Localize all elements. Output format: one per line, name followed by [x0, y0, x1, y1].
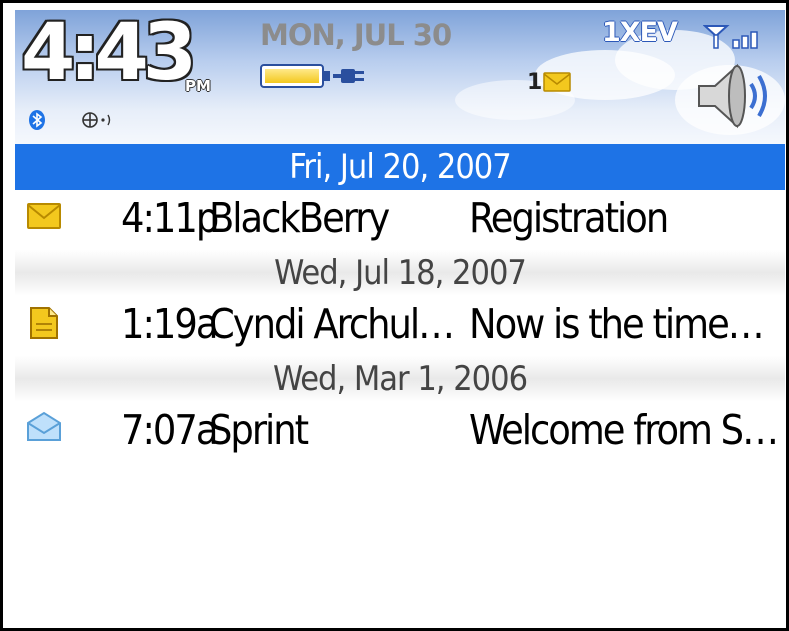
- envelope-icon: [27, 203, 61, 229]
- message-time: 7:07a: [121, 406, 218, 454]
- message-subject: Registration: [469, 194, 669, 242]
- unread-count: 1: [527, 70, 543, 95]
- message-sender: Cyndi Archul…: [209, 300, 455, 348]
- plug-icon: [333, 69, 364, 83]
- message-sender: BlackBerry: [209, 194, 390, 242]
- radio-antenna-icon: [82, 112, 111, 128]
- date-separator[interactable]: Wed, Jul 18, 2007: [15, 250, 785, 296]
- screen: 4:43 PM MON, JUL 30 1XEV 1 Fri, Jul 20, …: [15, 10, 785, 628]
- status-header: 4:43 PM MON, JUL 30 1XEV 1: [15, 10, 785, 144]
- document-icon: [30, 307, 58, 339]
- network-type: 1XEV: [602, 17, 678, 48]
- speaker-icon[interactable]: [693, 56, 773, 136]
- date-separator[interactable]: Fri, Jul 20, 2007: [15, 144, 785, 190]
- clock-ampm: PM: [185, 77, 211, 95]
- status-date: MON, JUL 30: [260, 18, 452, 52]
- message-subject: Welcome from S…: [469, 406, 779, 454]
- message-sender: Sprint: [209, 406, 309, 454]
- battery-tip: [324, 71, 330, 81]
- list-item[interactable]: 4:11p BlackBerry Registration: [15, 190, 785, 250]
- opened-envelope-icon: [27, 411, 61, 441]
- bluetooth-icon: [29, 110, 45, 130]
- message-time: 1:19a: [121, 300, 218, 348]
- date-separator[interactable]: Wed, Mar 1, 2006: [15, 356, 785, 402]
- device-frame: 4:43 PM MON, JUL 30 1XEV 1 Fri, Jul 20, …: [0, 0, 789, 631]
- envelope-icon: [543, 72, 571, 92]
- message-subject: Now is the time…: [469, 300, 765, 348]
- list-item[interactable]: 7:07a Sprint Welcome from S…: [15, 402, 785, 462]
- signal-bars-icon: [703, 25, 758, 49]
- list-item[interactable]: 1:19a Cyndi Archul… Now is the time…: [15, 296, 785, 356]
- message-time: 4:11p: [121, 194, 219, 242]
- message-list: Fri, Jul 20, 2007 4:11p BlackBerry Regis…: [15, 144, 785, 462]
- battery-charging-icon: [260, 64, 324, 88]
- clock-time: 4:43: [21, 10, 197, 98]
